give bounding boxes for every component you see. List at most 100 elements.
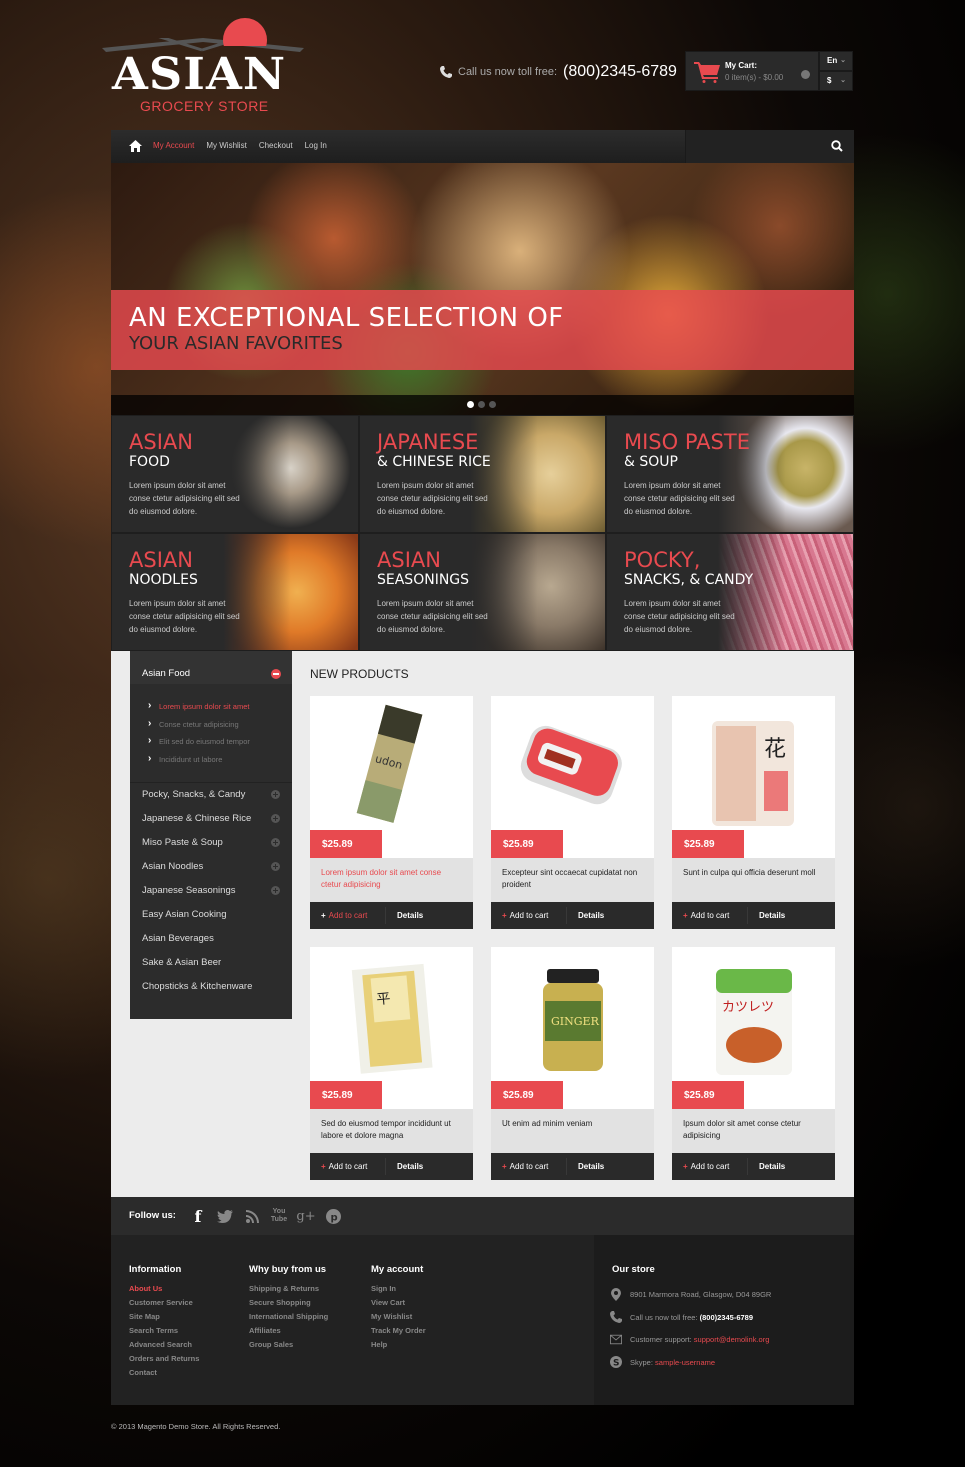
product-actions: + Add to cart Details <box>310 902 473 929</box>
footer-link[interactable]: Contact <box>129 1368 199 1382</box>
product-name[interactable]: Sunt in culpa qui officia deserunt moll <box>672 858 835 902</box>
add-to-cart-button[interactable]: + Add to cart <box>321 911 367 920</box>
nav-checkout[interactable]: Checkout <box>259 141 293 150</box>
expand-icon[interactable] <box>271 814 280 823</box>
chevron-down-icon[interactable] <box>801 70 810 79</box>
slider-dot-2[interactable] <box>478 401 485 408</box>
currency-value: $ <box>827 76 832 85</box>
collapse-icon[interactable] <box>271 669 281 679</box>
footer-link[interactable]: Track My Order <box>371 1326 426 1340</box>
expand-icon[interactable] <box>271 790 280 799</box>
details-button[interactable]: Details <box>759 1162 785 1171</box>
sidebar-item[interactable]: Asian Noodles <box>142 861 282 885</box>
details-button[interactable]: Details <box>759 911 785 920</box>
details-button[interactable]: Details <box>397 1162 423 1171</box>
nav-my-account[interactable]: My Account <box>153 141 194 150</box>
twitter-icon[interactable] <box>216 1207 234 1225</box>
category-tile[interactable]: ASIAN FOOD Lorem ipsum dolor sit amet co… <box>111 415 359 533</box>
product-name[interactable]: Ipsum dolor sit amet conse ctetur adipis… <box>672 1109 835 1153</box>
product-name[interactable]: Sed do eiusmod tempor incididunt ut labo… <box>310 1109 473 1153</box>
sidebar-item[interactable]: Miso Paste & Soup <box>142 837 282 861</box>
add-to-cart-button[interactable]: + Add to cart <box>683 911 729 920</box>
skype-icon: S <box>610 1356 622 1368</box>
footer-link[interactable]: Search Terms <box>129 1326 199 1340</box>
expand-icon[interactable] <box>271 838 280 847</box>
store-skype: S Skype: sample-username <box>610 1356 715 1368</box>
footer-column-my-account: My account Sign In View Cart My Wishlist… <box>371 1264 426 1354</box>
footer-link[interactable]: International Shipping <box>249 1312 328 1326</box>
slider-dot-1[interactable] <box>467 401 474 408</box>
youtube-icon[interactable]: You Tube <box>270 1207 288 1225</box>
currency-select[interactable]: $ ⌄ <box>819 71 853 91</box>
sidebar-item[interactable]: Chopsticks & Kitchenware <box>142 981 282 1005</box>
footer-link[interactable]: Site Map <box>129 1312 199 1326</box>
sidebar-open-category[interactable]: Asian Food <box>130 651 292 684</box>
nav-links: My Account My Wishlist Checkout Log In <box>153 141 327 150</box>
sidebar-subitem[interactable]: Lorem ipsum dolor sit amet <box>148 700 250 720</box>
footer-link[interactable]: Affiliates <box>249 1326 328 1340</box>
product-name[interactable]: Excepteur sint occaecat cupidatat non pr… <box>491 858 654 902</box>
sidebar-subitem[interactable]: Incididunt ut labore <box>148 753 250 773</box>
footer-link[interactable]: Advanced Search <box>129 1340 199 1354</box>
details-button[interactable]: Details <box>578 1162 604 1171</box>
canned-fish-icon <box>520 725 622 805</box>
nav-my-wishlist[interactable]: My Wishlist <box>206 141 246 150</box>
search-icon[interactable] <box>831 140 843 152</box>
skype-username-link[interactable]: sample-username <box>655 1358 715 1367</box>
details-button[interactable]: Details <box>578 911 604 920</box>
add-to-cart-button[interactable]: + Add to cart <box>502 1162 548 1171</box>
skype-label: Skype: <box>630 1357 653 1367</box>
details-button[interactable]: Details <box>397 911 423 920</box>
sidebar-item[interactable]: Japanese Seasonings <box>142 885 282 909</box>
footer-link[interactable]: Help <box>371 1340 426 1354</box>
add-to-cart-button[interactable]: + Add to cart <box>683 1162 729 1171</box>
divider <box>130 782 292 783</box>
expand-icon[interactable] <box>271 886 280 895</box>
hero-slider[interactable]: AN EXCEPTIONAL SELECTION OF YOUR ASIAN F… <box>111 163 854 415</box>
product-name[interactable]: Lorem ipsum dolor sit amet conse ctetur … <box>310 858 473 902</box>
footer-link[interactable]: Sign In <box>371 1284 426 1298</box>
category-tile[interactable]: MISO PASTE & SOUP Lorem ipsum dolor sit … <box>606 415 854 533</box>
google-plus-icon[interactable]: g+ <box>296 1207 315 1225</box>
add-to-cart-button[interactable]: + Add to cart <box>502 911 548 920</box>
category-tile[interactable]: ASIAN NOODLES Lorem ipsum dolor sit amet… <box>111 533 359 651</box>
sidebar-item[interactable]: Asian Beverages <box>142 933 282 957</box>
rss-icon[interactable] <box>243 1207 261 1225</box>
sidebar-item[interactable]: Sake & Asian Beer <box>142 957 282 981</box>
footer-link[interactable]: View Cart <box>371 1298 426 1312</box>
sidebar-item[interactable]: Easy Asian Cooking <box>142 909 282 933</box>
sidebar-item[interactable]: Pocky, Snacks, & Candy <box>142 789 282 813</box>
facebook-icon[interactable]: f <box>189 1207 207 1226</box>
home-icon[interactable] <box>129 140 142 152</box>
product-card: GINGER $25.89 Ut enim ad minim veniam + A… <box>491 947 654 1180</box>
pinterest-icon[interactable]: p <box>324 1207 342 1225</box>
footer-link[interactable]: Orders and Returns <box>129 1354 199 1368</box>
footer-column-title: Information <box>129 1264 182 1275</box>
sidebar-subitem[interactable]: Conse ctetur adipisicing <box>148 718 250 738</box>
nav-log-in[interactable]: Log In <box>305 141 327 150</box>
category-tile[interactable]: JAPANESE & CHINESE RICE Lorem ipsum dolo… <box>359 415 606 533</box>
support-email-link[interactable]: support@demolink.org <box>694 1335 770 1344</box>
sidebar-items: Pocky, Snacks, & Candy Japanese & Chines… <box>142 789 282 1005</box>
language-select[interactable]: En ⌄ <box>819 51 853 71</box>
footer-link[interactable]: Secure Shopping <box>249 1298 328 1312</box>
footer-link[interactable]: Shipping & Returns <box>249 1284 328 1298</box>
sidebar-subitem[interactable]: Elit sed do eiusmod tempor <box>148 735 250 755</box>
store-logo[interactable]: ASIAN GROCERY STORE <box>102 16 307 116</box>
search-input[interactable] <box>685 130 854 163</box>
product-name[interactable]: Ut enim ad minim veniam <box>491 1109 654 1153</box>
footer-link[interactable]: My Wishlist <box>371 1312 426 1326</box>
footer-link[interactable]: About Us <box>129 1284 199 1298</box>
footer-link[interactable]: Group Sales <box>249 1340 328 1354</box>
product-actions: + Add to cart Details <box>672 1153 835 1180</box>
category-tile[interactable]: ASIAN SEASONINGS Lorem ipsum dolor sit a… <box>359 533 606 651</box>
expand-icon[interactable] <box>271 862 280 871</box>
add-to-cart-button[interactable]: + Add to cart <box>321 1162 367 1171</box>
category-tile[interactable]: POCKY, SNACKS, & CANDY Lorem ipsum dolor… <box>606 533 854 651</box>
footer-link[interactable]: Customer Service <box>129 1298 199 1312</box>
sidebar-open-label: Asian Food <box>142 668 191 679</box>
sidebar-item-label: Easy Asian Cooking <box>142 909 227 920</box>
sidebar-item[interactable]: Japanese & Chinese Rice <box>142 813 282 837</box>
slider-dot-3[interactable] <box>489 401 496 408</box>
mini-cart[interactable]: My Cart: 0 item(s) - $0.00 <box>685 51 819 91</box>
